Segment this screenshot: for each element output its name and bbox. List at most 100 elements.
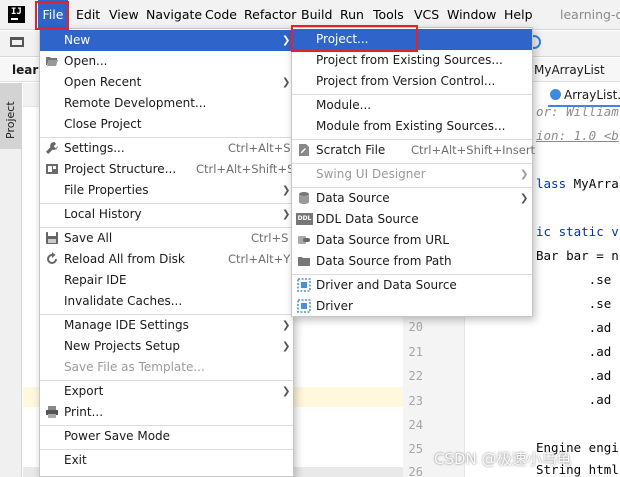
code-line: .ad [536,368,612,383]
editor-tab-myarraylist[interactable]: MyArrayList [534,58,605,82]
menu-item-ddl-data-source[interactable]: DDL DDL Data Source [292,209,532,230]
menu-item-data-source[interactable]: Data Source ❯ [292,188,532,209]
menu-item-label: DDL Data Source [316,212,419,226]
menu-item-driver-and-data-source[interactable]: Driver and Data Source [292,275,532,296]
menu-item-data-source-from-path[interactable]: Data Source from Path [292,251,532,272]
scratch-file-icon [299,144,309,156]
reload-icon [47,252,57,264]
submenu-arrow-icon: ❯ [282,320,291,331]
menu-item-swing-ui-designer[interactable]: Swing UI Designer ❯ [292,164,532,185]
menu-item-module[interactable]: Module... [292,95,532,116]
menu-item-label: Export [64,384,104,398]
menu-help[interactable]: Help [504,0,533,30]
code-keyword: lass [536,176,574,191]
line-number: 22 [408,369,423,383]
driver-icon [297,299,311,313]
line-number: 25 [408,442,423,456]
java-class-icon [550,89,561,100]
submenu-arrow-icon: ❯ [520,193,529,204]
menu-item-reload-all[interactable]: Reload All from Disk Ctrl+Alt+Y [40,249,293,270]
menu-item-label: Repair IDE [64,273,127,287]
menu-item-label: Print... [64,405,104,419]
menu-item-new[interactable]: New ❯ [40,30,293,51]
menu-item-save-file-as-template[interactable]: Save File as Template... [40,357,293,378]
open-folder-icon[interactable] [10,37,24,47]
menu-item-label: Manage IDE Settings [64,318,189,332]
code-line: or: William [536,104,619,119]
menu-item-local-history[interactable]: Local History ❯ [40,204,293,225]
code-line: .ad [536,392,612,407]
window-title: learning-de [560,7,620,22]
printer-icon [46,406,58,418]
line-number: 23 [408,394,423,408]
database-icon [299,192,309,204]
watermark-text: CSDN @极速小乌龟 [434,450,572,468]
menu-item-project-from-vcs[interactable]: Project from Version Control... [292,71,532,92]
menu-item-label: Module... [316,98,372,112]
menu-item-open-recent[interactable]: Open Recent ❯ [40,72,293,93]
menu-item-open[interactable]: Open... [40,51,293,72]
menu-item-label: Data Source from URL [316,233,450,247]
menu-item-file-properties[interactable]: File Properties ❯ [40,180,293,201]
project-structure-icon [46,164,58,174]
menu-item-remote-development[interactable]: Remote Development... [40,93,293,114]
menu-item-project-structure[interactable]: Project Structure... Ctrl+Alt+Shift+S [40,159,295,180]
submenu-arrow-icon: ❯ [282,386,291,397]
highlight-box-file [35,1,69,30]
menu-item-label: New Projects Setup [64,339,181,353]
project-tool-button[interactable]: Project [0,83,22,149]
menu-item-project-from-existing-sources[interactable]: Project from Existing Sources... [292,50,532,71]
menu-refactor[interactable]: Refactor [244,0,296,30]
line-number: 20 [408,320,423,334]
menu-item-label: Data Source [316,191,390,205]
menu-item-settings[interactable]: Settings... Ctrl+Alt+S [40,138,293,159]
menu-item-power-save-mode[interactable]: Power Save Mode [40,426,293,447]
menu-item-shortcut: Ctrl+Alt+Y [228,252,291,266]
menu-item-module-from-existing-sources[interactable]: Module from Existing Sources... [292,116,532,137]
menu-item-label: New [64,33,91,47]
wrench-icon [46,142,58,154]
submenu-arrow-icon: ❯ [282,77,291,88]
menu-item-new-projects-setup[interactable]: New Projects Setup ❯ [40,336,293,357]
menu-navigate[interactable]: Navigate [146,0,202,30]
menu-item-shortcut: Ctrl+S [251,231,289,245]
folder-open-icon [46,57,58,66]
menu-item-label: Swing UI Designer [316,167,426,181]
submenu-arrow-icon: ❯ [282,35,291,46]
code-line: .ad [536,320,612,335]
menu-edit[interactable]: Edit [76,0,100,30]
menu-window[interactable]: Window [447,0,496,30]
menu-item-label: Driver [316,299,353,313]
menu-item-exit[interactable]: Exit [40,450,293,471]
menu-item-close-project[interactable]: Close Project [40,114,293,135]
menu-item-invalidate-caches[interactable]: Invalidate Caches... [40,291,293,312]
menu-item-print[interactable]: Print... [40,402,293,423]
code-line: lass MyArra [536,176,619,191]
menu-item-shortcut: Ctrl+Alt+Shift+S [196,162,295,176]
menu-item-label: Close Project [64,117,142,131]
menu-item-data-source-from-url[interactable]: Data Source from URL [292,230,532,251]
code-line: .ad [536,344,612,359]
highlight-box-project [291,25,418,52]
menu-item-repair-ide[interactable]: Repair IDE [40,270,293,291]
menu-item-label: Invalidate Caches... [64,294,183,308]
menu-item-label: Power Save Mode [64,429,171,443]
menu-item-save-all[interactable]: Save All Ctrl+S [40,228,293,249]
menu-item-scratch-file[interactable]: Scratch File Ctrl+Alt+Shift+Insert [292,140,535,161]
editor-tab-label: ArrayList.ja [564,88,620,102]
menu-item-label: Project from Existing Sources... [316,53,503,67]
menu-code[interactable]: Code [205,0,237,30]
code-line: ion: 1.0 <b [536,128,619,143]
menu-item-manage-ide-settings[interactable]: Manage IDE Settings ❯ [40,315,293,336]
line-number: 21 [408,345,423,359]
file-menu: New ❯ Open... Open Recent ❯ Remote Devel… [39,28,294,477]
menu-item-driver[interactable]: Driver [292,296,532,317]
menu-item-label: Settings... [64,141,125,155]
menu-item-label: Project from Version Control... [316,74,496,88]
code-line: ic static v [536,224,619,239]
menu-view[interactable]: View [109,0,139,30]
submenu-arrow-icon: ❯ [282,341,291,352]
menu-item-label: Data Source from Path [316,254,452,268]
menu-item-label: Scratch File [316,143,386,157]
menu-item-export[interactable]: Export ❯ [40,381,293,402]
